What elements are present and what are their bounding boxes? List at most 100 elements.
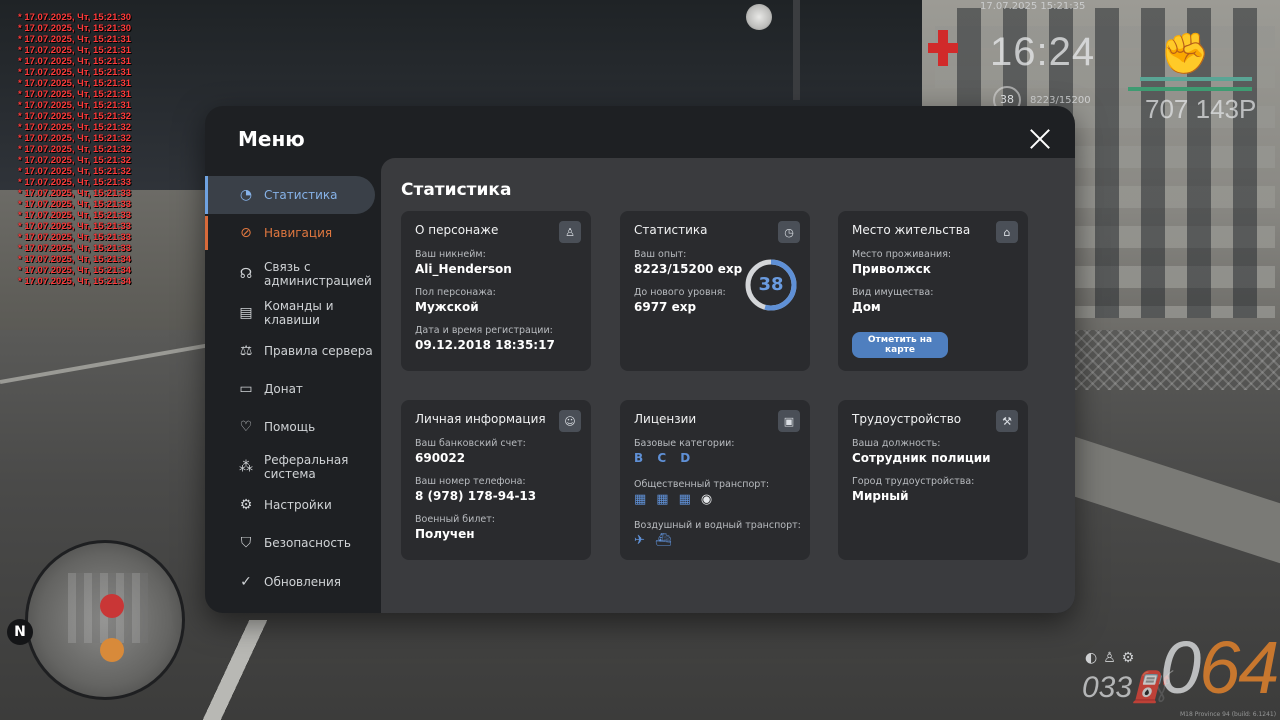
hud-clock: 16:24 bbox=[990, 30, 1096, 74]
property-label: Вид имущества: bbox=[852, 287, 934, 298]
chat-line: * 17.07.2025, Чт, 15:21:30 bbox=[18, 12, 132, 23]
job-city-label: Город трудоустройства: bbox=[852, 476, 975, 487]
next-level-value: 6977 exp bbox=[634, 300, 697, 314]
house-icon: ⌂ bbox=[996, 221, 1018, 243]
chat-line: * 17.07.2025, Чт, 15:21:33 bbox=[18, 232, 132, 243]
hud-date: 17.07.2025 15:21:35 bbox=[980, 1, 1086, 12]
next-level-label: До нового уровня: bbox=[634, 287, 726, 298]
metro-icon: ◉ bbox=[700, 492, 713, 507]
gender-value: Мужской bbox=[415, 300, 479, 314]
user-icon: ♙ bbox=[559, 221, 581, 243]
close-button[interactable] bbox=[1027, 126, 1053, 152]
chat-line: * 17.07.2025, Чт, 15:21:33 bbox=[18, 210, 132, 221]
chat-line: * 17.07.2025, Чт, 15:21:32 bbox=[18, 155, 132, 166]
chat-line: * 17.07.2025, Чт, 15:21:32 bbox=[18, 122, 132, 133]
chat-line: * 17.07.2025, Чт, 15:21:31 bbox=[18, 34, 132, 45]
trolleybus-icon: ▦ bbox=[656, 492, 669, 507]
clock-icon: ◷ bbox=[778, 221, 800, 243]
chat-line: * 17.07.2025, Чт, 15:21:34 bbox=[18, 276, 132, 287]
nav-item-commands[interactable]: ▤ Команды и клавиши bbox=[205, 296, 375, 330]
gear-icon: ⚙ bbox=[239, 497, 253, 513]
minimap-shop-marker bbox=[100, 638, 124, 662]
street-lamp-light bbox=[746, 4, 772, 30]
residence-value: Приволжск bbox=[852, 262, 931, 276]
nav-item-label: Правила сервера bbox=[264, 344, 373, 358]
health-bar bbox=[1140, 77, 1252, 81]
boat-icon: ⛴ bbox=[654, 533, 672, 548]
nav-item-label: Статистика bbox=[264, 188, 338, 202]
air-water-icons: ✈ ⛴ bbox=[634, 533, 671, 548]
chat-line: * 17.07.2025, Чт, 15:21:30 bbox=[18, 23, 132, 34]
wallet-icon: ▭ bbox=[239, 381, 253, 397]
headlights-icon: ◐ bbox=[1085, 650, 1104, 666]
nav-item-label: Донат bbox=[264, 382, 303, 396]
bank-label: Ваш банковский счет: bbox=[415, 438, 526, 449]
card-title: Личная информация bbox=[415, 412, 546, 426]
id-card-icon: ▣ bbox=[778, 410, 800, 432]
vehicle-status-icons: ◐♙⚙ bbox=[1085, 650, 1140, 666]
public-transport-label: Общественный транспорт: bbox=[634, 479, 770, 490]
hud-exp: 8223/15200 bbox=[1030, 95, 1091, 106]
nav-item-label: Связь с администрацией bbox=[264, 260, 372, 288]
pie-chart-icon: ◔ bbox=[239, 187, 253, 203]
tram-icon: ▦ bbox=[678, 492, 691, 507]
character-card: О персонаже ♙ Ваш никнейм: Ali_Henderson… bbox=[401, 211, 591, 371]
nav-item-settings[interactable]: ⚙ Настройки bbox=[205, 488, 375, 522]
card-title: Лицензии bbox=[634, 412, 697, 426]
exp-label: Ваш опыт: bbox=[634, 249, 687, 260]
chat-log: * 17.07.2025, Чт, 15:21:30 * 17.07.2025,… bbox=[18, 12, 218, 287]
nav-item-donate[interactable]: ▭ Донат bbox=[205, 372, 375, 406]
build-version: M18 Province 94 (build: 6.1241) bbox=[1180, 711, 1277, 718]
exp-value: 8223/15200 exp bbox=[634, 262, 743, 276]
speed-value: 64 bbox=[1199, 626, 1279, 709]
chat-line: * 17.07.2025, Чт, 15:21:31 bbox=[18, 78, 132, 89]
nav-item-security[interactable]: ⛉ Безопасность bbox=[205, 526, 375, 560]
employment-card: Трудоустройство ⚒ Ваша должность: Сотруд… bbox=[838, 400, 1028, 560]
bus-icon: ▦ bbox=[634, 492, 647, 507]
position-label: Ваша должность: bbox=[852, 438, 941, 449]
nav-item-help[interactable]: ♡ Помощь bbox=[205, 410, 375, 444]
position-value: Сотрудник полиции bbox=[852, 451, 991, 465]
public-transport-icons: ▦ ▦ ▦ ◉ bbox=[634, 492, 712, 507]
fuel-readout: 033⛽ bbox=[1082, 670, 1169, 705]
engine-icon: ⚙ bbox=[1121, 650, 1141, 666]
airplane-icon: ✈ bbox=[634, 533, 645, 548]
refresh-check-icon: ✓ bbox=[240, 574, 252, 590]
page-title: Статистика bbox=[401, 180, 512, 200]
compass-north-icon: N bbox=[7, 619, 33, 645]
nav-item-label: Обновления bbox=[264, 575, 342, 589]
chat-line: * 17.07.2025, Чт, 15:21:33 bbox=[18, 243, 132, 254]
nav-item-updates[interactable]: ✓ Обновления bbox=[205, 565, 375, 599]
network-icon: ⁂ bbox=[239, 459, 253, 475]
air-water-label: Воздушный и водный транспорт: bbox=[634, 520, 801, 531]
speedometer: 064 bbox=[1160, 626, 1279, 709]
armor-bar bbox=[1128, 87, 1252, 91]
mark-on-map-button[interactable]: Отметить на карте bbox=[852, 332, 948, 358]
stats-card: Статистика ◷ Ваш опыт: 8223/15200 exp До… bbox=[620, 211, 810, 371]
content-panel: Статистика О персонаже ♙ Ваш никнейм: Al… bbox=[381, 158, 1075, 613]
nav-item-label: Настройки bbox=[264, 498, 332, 512]
nav-item-admin-contact[interactable]: ☊ Связь с администрацией bbox=[205, 257, 375, 291]
card-title: О персонаже bbox=[415, 223, 499, 237]
minimap-hospital-marker bbox=[100, 594, 124, 618]
nav-item-navigation[interactable]: ⊘ Навигация bbox=[205, 216, 375, 250]
street-lamp bbox=[793, 0, 800, 100]
pickaxe-icon: ⚒ bbox=[996, 410, 1018, 432]
gender-label: Пол персонажа: bbox=[415, 287, 496, 298]
document-icon: ▤ bbox=[239, 305, 253, 321]
chat-line: * 17.07.2025, Чт, 15:21:32 bbox=[18, 133, 132, 144]
nav-item-label: Помощь bbox=[264, 420, 316, 434]
nav-item-referral[interactable]: ⁂ Реферальная система bbox=[205, 450, 375, 484]
phone-value: 8 (978) 178-94-13 bbox=[415, 489, 537, 503]
chat-line: * 17.07.2025, Чт, 15:21:33 bbox=[18, 221, 132, 232]
scales-icon: ⚖ bbox=[239, 343, 253, 359]
hud-money: 707 143Р bbox=[1145, 94, 1257, 124]
chat-line: * 17.07.2025, Чт, 15:21:31 bbox=[18, 67, 132, 78]
menu-title: Меню bbox=[238, 127, 305, 151]
nav-item-rules[interactable]: ⚖ Правила сервера bbox=[205, 334, 375, 368]
level-number: 38 bbox=[758, 274, 784, 295]
chat-line: * 17.07.2025, Чт, 15:21:31 bbox=[18, 89, 132, 100]
chat-line: * 17.07.2025, Чт, 15:21:31 bbox=[18, 100, 132, 111]
nav-item-statistics[interactable]: ◔ Статистика bbox=[205, 176, 375, 214]
seatbelt-icon: ♙ bbox=[1103, 650, 1122, 666]
